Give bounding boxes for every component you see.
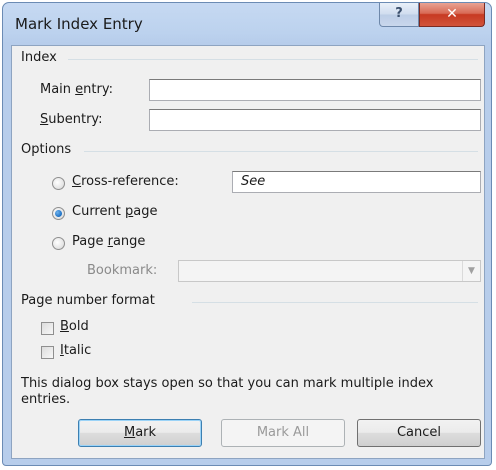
close-button[interactable]: ✕ <box>419 3 485 27</box>
index-group-divider <box>68 59 478 60</box>
page-number-format-divider <box>192 302 478 303</box>
options-group-divider <box>84 151 478 152</box>
mark-button[interactable]: Mark <box>78 419 202 447</box>
cross-reference-label[interactable]: Cross-reference: <box>72 174 179 189</box>
bold-label[interactable]: Bold <box>60 319 89 334</box>
page-range-label[interactable]: Page range <box>72 234 145 249</box>
help-icon: ? <box>395 6 403 21</box>
mark-index-entry-dialog: Mark Index Entry ? ✕ Index Main entry: S… <box>2 2 492 466</box>
cancel-button[interactable]: Cancel <box>357 419 481 447</box>
cross-reference-radio[interactable] <box>52 177 65 190</box>
bookmark-dropdown[interactable]: ▼ <box>178 260 481 282</box>
subentry-input[interactable] <box>149 109 481 131</box>
info-text: This dialog box stays open so that you c… <box>21 376 434 407</box>
cross-reference-input[interactable]: See <box>232 171 481 193</box>
bold-checkbox[interactable] <box>41 322 54 335</box>
mark-all-button[interactable]: Mark All <box>221 419 345 447</box>
help-button[interactable]: ? <box>379 3 419 27</box>
main-entry-label: Main entry: <box>40 82 113 97</box>
title-bar[interactable]: Mark Index Entry ? ✕ <box>3 3 491 43</box>
options-group-label: Options <box>21 142 78 157</box>
index-group-label: Index <box>21 50 63 65</box>
italic-label[interactable]: Italic <box>60 343 91 358</box>
dialog-body: Index Main entry: Subentry: Options Cros… <box>11 45 485 459</box>
page-range-radio[interactable] <box>52 237 65 250</box>
current-page-radio[interactable] <box>52 207 65 220</box>
subentry-label: Subentry: <box>40 112 103 127</box>
main-entry-input[interactable] <box>149 79 481 101</box>
bookmark-label: Bookmark: <box>87 263 158 278</box>
current-page-label[interactable]: Current page <box>72 204 157 219</box>
page-number-format-label: Page number format <box>21 293 161 308</box>
italic-checkbox[interactable] <box>41 346 54 359</box>
close-icon: ✕ <box>446 6 458 22</box>
dialog-title: Mark Index Entry <box>15 15 143 33</box>
chevron-down-icon[interactable]: ▼ <box>462 261 480 281</box>
